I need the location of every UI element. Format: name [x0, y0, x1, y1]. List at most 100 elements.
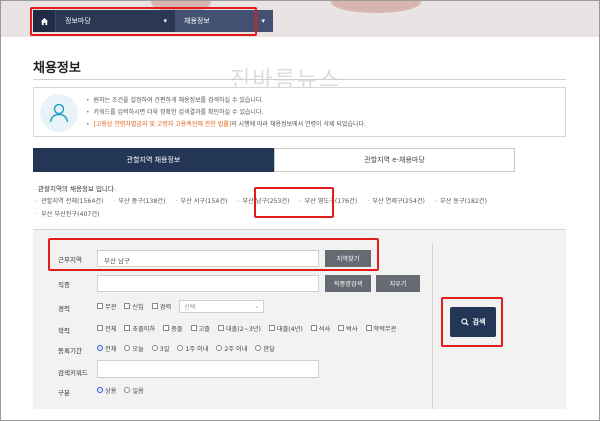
period-option[interactable]: 전체 [97, 344, 116, 353]
career-select-value: 선택 [184, 303, 196, 311]
education-option-label: 전체 [105, 325, 117, 333]
title-divider [33, 79, 566, 80]
checkbox[interactable] [97, 303, 103, 309]
checkbox[interactable] [268, 325, 275, 331]
education-option-label: 대졸(2~3년) [225, 325, 261, 333]
radio-button[interactable] [97, 387, 103, 393]
period-option[interactable]: 1주 이내 [177, 344, 208, 353]
keyword-label: 검색키워드 [58, 369, 88, 377]
education-option-label: 박사 [346, 325, 358, 333]
career-option[interactable]: 신입 [124, 302, 144, 311]
type-options: 상용 일용 [97, 384, 152, 396]
type-option-label: 상용 [105, 387, 117, 395]
career-option-label: 신입 [132, 303, 144, 311]
career-option[interactable]: 무관 [97, 302, 116, 311]
period-option-label: 1주 이내 [185, 345, 209, 353]
banner-decoration [331, 1, 421, 13]
radio-button[interactable] [177, 345, 184, 351]
education-option-label: 초졸이하 [132, 325, 156, 333]
notice-line-alert: [고용상 연령차별금지 및 고령자 고용촉진에 관한 법률]의 시행에 따라 채… [86, 119, 366, 131]
checkbox[interactable] [217, 325, 224, 331]
region-link[interactable]: 부산 부산진구(407건) [36, 209, 99, 218]
period-option-label: 오늘 [132, 345, 144, 353]
highlight-box [30, 7, 257, 36]
highlight-box [441, 297, 503, 347]
checkbox[interactable] [365, 325, 372, 331]
period-option-label: 3일 [159, 345, 170, 353]
period-option-label: 2주 이내 [224, 345, 248, 353]
education-option-label: 대졸(4년) [276, 325, 303, 333]
education-options: 전체 초졸이하 중졸 고졸 대졸(2~3년) 대졸(4년) 석사 박사 학력무관 [97, 322, 404, 334]
type-option[interactable]: 상용 [97, 386, 116, 395]
education-option[interactable]: 고졸 [190, 324, 210, 333]
job-search-button[interactable]: 직종명검색 [325, 275, 371, 292]
checkbox[interactable] [338, 325, 345, 331]
type-option[interactable]: 일용 [124, 386, 144, 395]
type-option-label: 일용 [132, 387, 144, 395]
tab-local-jobs[interactable]: 관할지역 채용정보 [33, 148, 274, 172]
highlight-box [48, 238, 379, 271]
notice-line: 원하는 조건을 설정하여 간편하게 채용정보를 검색하실 수 있습니다. [86, 95, 366, 107]
notice-law-tail: 의 시행에 따라 채용정보에서 연령이 삭제 되었습니다. [231, 121, 366, 128]
radio-button[interactable] [97, 345, 103, 351]
region-link[interactable]: 부산 연제구(254건) [367, 196, 425, 205]
education-option[interactable]: 초졸이하 [124, 324, 155, 333]
person-icon [49, 103, 69, 123]
job-input[interactable] [97, 275, 319, 292]
education-option[interactable]: 대졸(2~3년) [217, 324, 261, 333]
career-option-label: 경력 [159, 303, 172, 311]
period-option[interactable]: 2주 이내 [216, 344, 247, 353]
checkbox[interactable] [310, 325, 317, 331]
regions-heading: 관할지역의 채용정보 입니다. [38, 185, 116, 193]
education-label: 학력 [58, 327, 70, 335]
period-option[interactable]: 3일 [151, 344, 170, 353]
tab-bar: 관할지역 채용정보 관할지역 e-채용마당 [33, 148, 515, 172]
radio-button[interactable] [124, 345, 131, 351]
education-option-label: 중졸 [171, 325, 183, 333]
clear-button[interactable]: 지우기 [376, 275, 420, 292]
checkbox[interactable] [97, 325, 103, 331]
region-link[interactable]: 부산 동구(182건) [435, 196, 487, 205]
education-option[interactable]: 전체 [97, 324, 116, 333]
radio-button[interactable] [216, 345, 223, 351]
period-option-label: 전체 [105, 345, 117, 353]
region-link[interactable]: 관할지역 전체(1564건) [36, 196, 103, 205]
career-options: 무관 신입 경력 선택 ⌄ [97, 299, 265, 313]
checkbox[interactable] [124, 303, 131, 309]
career-label: 경력 [58, 305, 70, 313]
checkbox[interactable] [124, 325, 131, 331]
career-option-label: 무관 [105, 303, 117, 311]
radio-button[interactable] [151, 345, 158, 351]
career-option[interactable]: 경력 [151, 302, 172, 311]
notice-law-name: [고용상 연령차별금지 및 고령자 고용촉진에 관한 법률] [93, 121, 232, 128]
region-link[interactable]: 부산 서구(154건) [175, 196, 227, 205]
education-option[interactable]: 학력무관 [365, 324, 397, 333]
education-option[interactable]: 중졸 [163, 324, 183, 333]
period-option[interactable]: 한달 [255, 344, 275, 353]
user-guide-icon [40, 94, 78, 132]
education-option[interactable]: 석사 [310, 324, 331, 333]
page-title: 채용정보 [33, 61, 81, 76]
checkbox[interactable] [190, 325, 197, 331]
radio-button[interactable] [255, 345, 262, 351]
checkbox[interactable] [151, 303, 158, 309]
chevron-down-icon: ⌄ [254, 302, 260, 310]
tab-e-jobs[interactable]: 관할지역 e-채용마당 [274, 148, 515, 172]
period-option[interactable]: 오늘 [124, 344, 144, 353]
education-option[interactable]: 박사 [338, 324, 358, 333]
keyword-input[interactable] [97, 360, 319, 378]
region-link[interactable]: 부산 중구(138건) [113, 196, 165, 205]
panel-divider [432, 244, 433, 409]
education-option-label: 석사 [318, 325, 331, 333]
notice-line: 키워드를 입력하시면 더욱 정확한 검색결과를 확인하실 수 있습니다. [86, 107, 366, 119]
radio-button[interactable] [124, 387, 131, 393]
checkbox[interactable] [163, 325, 170, 331]
career-select[interactable]: 선택 ⌄ [179, 299, 265, 313]
type-label: 구분 [58, 389, 70, 397]
highlight-box [254, 187, 334, 218]
chevron-down-icon: ▾ [261, 17, 265, 25]
period-options: 전체 오늘 3일 1주 이내 2주 이내 한달 [97, 342, 283, 354]
education-option[interactable]: 대졸(4년) [268, 324, 303, 333]
period-label: 등록기간 [58, 347, 82, 355]
education-option-label: 학력무관 [373, 325, 397, 333]
